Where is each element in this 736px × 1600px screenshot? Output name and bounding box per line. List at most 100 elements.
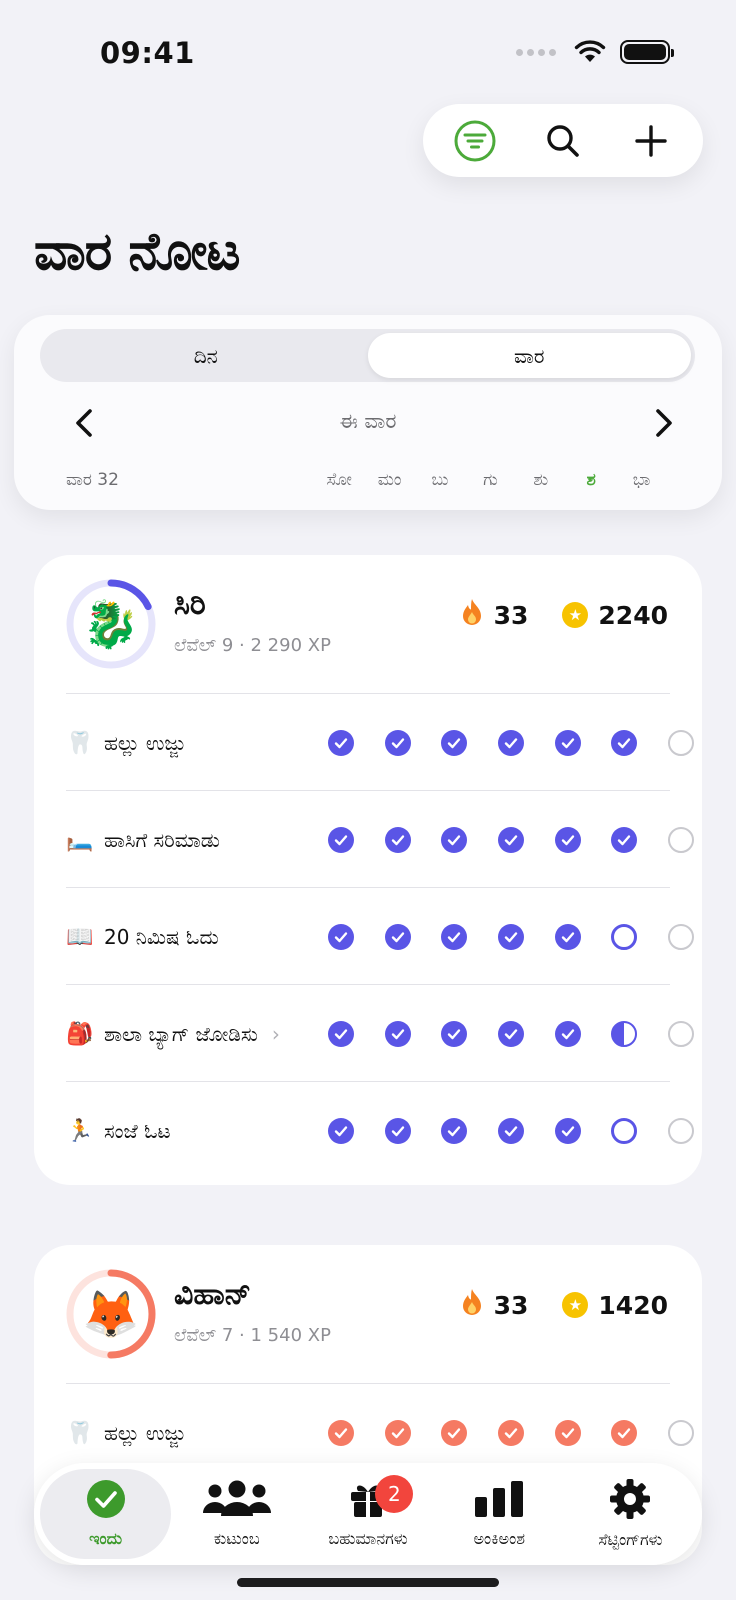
day-mark-ಸೋ[interactable]	[328, 924, 354, 950]
status-icons	[516, 40, 674, 64]
check-icon	[334, 1029, 348, 1040]
day-mark-ಗು[interactable]	[497, 1021, 524, 1047]
task-label: ಹಾಸಿಗೆ ಸರಿಮಾಡು	[104, 828, 220, 852]
day-mark-ಬು[interactable]	[441, 924, 468, 950]
day-mark-ಭಾ[interactable]	[667, 1021, 694, 1047]
tab-check-circle[interactable]: ಇಂದು	[40, 1469, 172, 1559]
day-mark-ಗು[interactable]	[497, 730, 524, 756]
streak-count: 33	[493, 600, 529, 630]
day-mark-ಬು[interactable]	[441, 1021, 468, 1047]
day-mark-ಶು[interactable]	[554, 730, 581, 756]
day-mark-ಶ[interactable]	[611, 1021, 638, 1047]
day-mark-ಬು[interactable]	[441, 1118, 468, 1144]
day-mark-ಗು[interactable]	[497, 827, 524, 853]
day-mark-ಭಾ[interactable]	[667, 1118, 694, 1144]
weekday-2: ಬು	[431, 470, 449, 490]
day-mark-ಸೋ[interactable]	[328, 1021, 354, 1047]
day-mark-ಶು[interactable]	[554, 924, 581, 950]
tab-gear[interactable]: ಸೆಟ್ಟಿಂಗ್‌ಗಳು	[565, 1469, 696, 1559]
check-icon	[334, 835, 348, 846]
star-coin-icon: ★	[562, 1292, 589, 1318]
check-icon	[448, 1029, 461, 1040]
check-icon	[618, 1428, 631, 1439]
day-mark-ಶ[interactable]	[611, 924, 638, 950]
people-icon	[201, 1479, 273, 1523]
next-week-button[interactable]	[644, 403, 684, 443]
task-emoji: 🛏️	[66, 827, 94, 853]
day-mark-ಶ[interactable]	[611, 730, 638, 756]
day-mark-ಸೋ[interactable]	[328, 1420, 354, 1446]
task-label: ಹಲ್ಲು ಉಜ್ಜು	[104, 1421, 186, 1445]
day-mark-ಗು[interactable]	[497, 1420, 524, 1446]
task-emoji: 🏃	[66, 1118, 94, 1144]
coin-count: 2240	[598, 600, 668, 630]
weekday-3: ಗು	[483, 470, 498, 490]
day-mark-ಸೋ[interactable]	[328, 827, 354, 853]
flame-icon	[462, 599, 481, 625]
task-row[interactable]: 🦷 ಹಲ್ಲು ಉಜ್ಜು	[66, 694, 694, 792]
cellular-signal-icon	[516, 48, 556, 56]
task-row[interactable]: 🎒 ಶಾಲಾ ಬ್ಯಾಗ್ ಜೋಡಿಸು ›	[66, 985, 694, 1083]
plus-icon	[635, 124, 667, 157]
check-icon	[561, 738, 574, 749]
check-icon	[504, 932, 518, 943]
battery-icon	[620, 40, 674, 64]
day-mark-ಶು[interactable]	[554, 827, 581, 853]
day-mark-ಶು[interactable]	[554, 1420, 581, 1446]
day-mark-ಸೋ[interactable]	[328, 730, 354, 756]
segment-day[interactable]: ದಿನ	[44, 333, 368, 378]
day-mark-ಬು[interactable]	[441, 827, 468, 853]
task-row[interactable]: 📖 20 ನಿಮಿಷ ಓದು	[66, 888, 694, 986]
day-mark-ಮಂ[interactable]	[384, 1021, 411, 1047]
day-mark-ಮಂ[interactable]	[384, 924, 411, 950]
check-icon	[391, 835, 404, 846]
child-level: ಲೆವೆಲ್ 7 · 1 540 XP	[174, 1325, 331, 1346]
flame-icon	[462, 1289, 481, 1315]
tab-bar-chart[interactable]: ಅಂಕಿಅಂಶ	[434, 1469, 565, 1559]
day-mark-ಶು[interactable]	[554, 1021, 581, 1047]
day-mark-ಬು[interactable]	[441, 730, 468, 756]
tab-people[interactable]: ಕುಟುಂಬ	[171, 1469, 302, 1559]
day-mark-ಶ[interactable]	[611, 827, 638, 853]
check-icon	[561, 1126, 574, 1137]
day-mark-ಬು[interactable]	[441, 1420, 468, 1446]
filter-button[interactable]	[445, 111, 505, 171]
tab-label: ಸೆಟ್ಟಿಂಗ್‌ಗಳು	[598, 1530, 663, 1549]
day-mark-ಮಂ[interactable]	[384, 827, 411, 853]
day-mark-ಶ[interactable]	[611, 1420, 638, 1446]
add-button[interactable]	[621, 111, 681, 171]
star-coin-icon: ★	[562, 602, 589, 628]
day-mark-ಭಾ[interactable]	[667, 924, 694, 950]
day-mark-ಭಾ[interactable]	[667, 1420, 694, 1446]
segment-week[interactable]: ವಾರ	[367, 333, 691, 378]
tab-gift[interactable]: ಬಹುಮಾನಗಳು 2	[302, 1469, 433, 1559]
day-mark-ಶ[interactable]	[611, 1118, 638, 1144]
day-marks	[328, 1021, 702, 1047]
check-icon	[561, 1428, 574, 1439]
day-mark-ಮಂ[interactable]	[384, 1420, 411, 1446]
search-button[interactable]	[533, 111, 593, 171]
day-mark-ಸೋ[interactable]	[328, 1118, 354, 1144]
day-mark-ಗು[interactable]	[497, 924, 524, 950]
task-row[interactable]: 🏃 ಸಂಜೆ ಓಟ	[66, 1082, 694, 1180]
day-mark-ಶು[interactable]	[554, 1118, 581, 1144]
day-mark-ಗು[interactable]	[497, 1118, 524, 1144]
day-mark-ಮಂ[interactable]	[384, 1118, 411, 1144]
tab-label: ಇಂದು	[89, 1529, 123, 1548]
screen: 09:41 ವಾರ ನೋಟ ದಿನ ವಾರ ಈ ವಾರ ವಾರ 32 ಸೋ ಮಂ…	[0, 0, 736, 1600]
check-icon	[391, 1126, 404, 1137]
task-row[interactable]: 🛏️ ಹಾಸಿಗೆ ಸರಿಮಾಡು	[66, 791, 694, 889]
day-marks	[328, 924, 702, 950]
check-icon	[561, 932, 574, 943]
day-mark-ಭಾ[interactable]	[667, 730, 694, 756]
child-level: ಲೆವೆಲ್ 9 · 2 290 XP	[174, 635, 331, 656]
flame-icon	[460, 597, 484, 633]
search-icon	[547, 124, 579, 157]
toolbar	[423, 104, 703, 177]
check-icon	[334, 738, 348, 749]
day-mark-ಮಂ[interactable]	[384, 730, 411, 756]
day-mark-ಭಾ[interactable]	[667, 827, 694, 853]
weekday-4: ಶು	[533, 470, 549, 490]
day-marks	[328, 1420, 702, 1446]
check-icon	[334, 932, 348, 943]
